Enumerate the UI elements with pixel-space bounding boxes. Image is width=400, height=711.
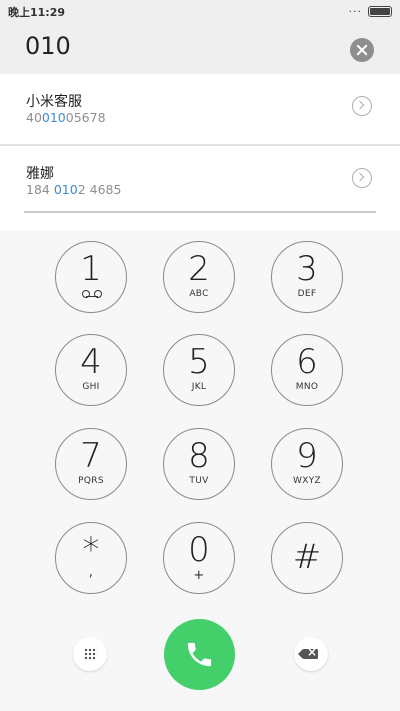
number-suffix: 2 4685: [77, 182, 122, 197]
key-letters: DEF: [297, 289, 317, 299]
key-digit: 9: [296, 436, 318, 476]
status-bar: 晚上11:29 ···: [0, 0, 400, 22]
keypad-grid-icon: [84, 648, 97, 661]
contact-number: 184 0102 4685: [26, 182, 121, 197]
key-letters: ABC: [189, 289, 209, 299]
contact-name: 小米客服: [26, 94, 82, 110]
search-results: 小米客服 4001005678 雅娜 184 0102 4685: [0, 74, 400, 230]
number-suffix: 05678: [65, 110, 106, 125]
contact-name: 雅娜: [26, 166, 54, 182]
key-letters: JKL: [191, 382, 207, 392]
key-digit: 7: [80, 436, 102, 476]
key-letters: WXYZ: [293, 476, 321, 486]
key-digit: *: [82, 530, 100, 570]
number-prefix: 184: [26, 182, 54, 197]
dial-pad: 1 2 ABC 3 DEF 4 GHI 5 JKL 6 MNO 7 PQRS 8…: [0, 230, 400, 711]
call-button[interactable]: [164, 619, 235, 690]
key-3[interactable]: 3 DEF: [271, 241, 343, 313]
key-8[interactable]: 8 TUV: [163, 428, 235, 500]
key-digit: 4: [80, 342, 102, 382]
more-dots-icon: ···: [348, 5, 362, 18]
key-0[interactable]: 0 +: [163, 522, 235, 594]
key-digit: 6: [296, 342, 318, 382]
battery-icon: [368, 6, 392, 17]
key-6[interactable]: 6 MNO: [271, 334, 343, 406]
key-digit: 0: [188, 530, 210, 570]
key-digit: 3: [296, 249, 318, 289]
status-time: 晚上11:29: [8, 6, 66, 19]
contact-result[interactable]: 小米客服 4001005678: [0, 74, 400, 144]
number-prefix: 40: [26, 110, 42, 125]
voicemail-icon: [82, 290, 102, 298]
keypad-toggle-button[interactable]: [73, 637, 107, 671]
key-letters: ,: [88, 565, 94, 580]
contact-result[interactable]: 雅娜 184 0102 4685: [0, 144, 400, 216]
key-letters: PQRS: [78, 476, 104, 486]
key-star[interactable]: * ,: [55, 522, 127, 594]
number-match: 010: [53, 182, 78, 197]
contact-number: 4001005678: [26, 110, 106, 125]
key-letters: GHI: [82, 382, 100, 392]
key-digit: 8: [188, 436, 210, 476]
phone-icon: [187, 642, 212, 667]
chevron-right-icon[interactable]: [352, 168, 372, 188]
key-4[interactable]: 4 GHI: [55, 334, 127, 406]
key-digit: 5: [188, 342, 210, 382]
key-5[interactable]: 5 JKL: [163, 334, 235, 406]
number-match: 010: [41, 110, 66, 125]
key-9[interactable]: 9 WXYZ: [271, 428, 343, 500]
key-2[interactable]: 2 ABC: [163, 241, 235, 313]
dialed-number[interactable]: 010: [25, 32, 71, 60]
chevron-right-icon[interactable]: [352, 96, 372, 116]
divider: [24, 211, 376, 213]
clear-icon[interactable]: [350, 38, 374, 62]
dial-header: 010: [0, 22, 400, 74]
key-letters: MNO: [295, 382, 319, 392]
key-letters: TUV: [189, 476, 209, 486]
key-digit: 2: [188, 249, 210, 289]
key-digit: #: [292, 537, 322, 577]
key-digit: 1: [80, 249, 102, 289]
key-letters: +: [193, 568, 205, 583]
key-hash[interactable]: #: [271, 522, 343, 594]
key-7[interactable]: 7 PQRS: [55, 428, 127, 500]
backspace-icon: [298, 645, 318, 659]
backspace-button[interactable]: [294, 637, 328, 671]
key-1[interactable]: 1: [55, 241, 127, 313]
